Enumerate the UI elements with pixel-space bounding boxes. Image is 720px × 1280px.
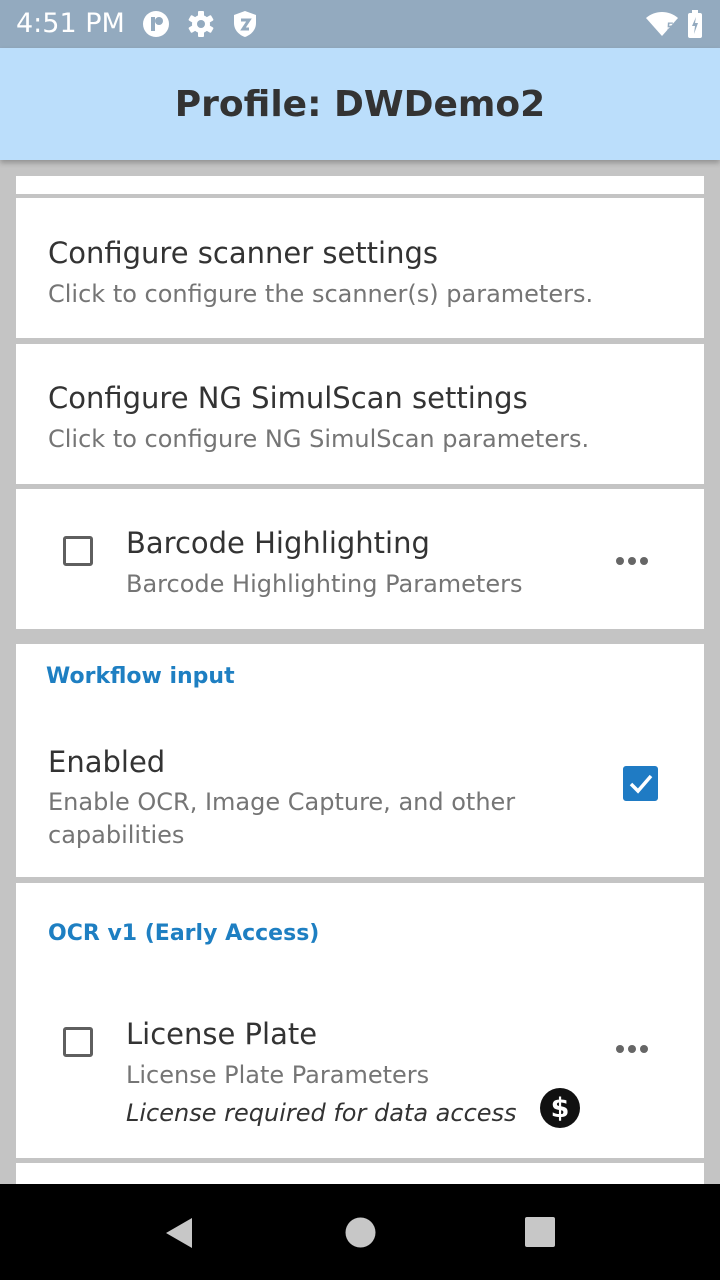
status-bar: 4:51 PM 5 <box>0 0 720 48</box>
back-icon[interactable] <box>163 1216 195 1250</box>
license-plate-checkbox[interactable] <box>63 1027 93 1057</box>
item-title: Barcode Highlighting <box>126 526 430 560</box>
item-title: Enabled <box>48 745 166 779</box>
app-bar: Profile: DWDemo2 <box>0 48 720 160</box>
workflow-input-section: Workflow input Enabled Enable OCR, Image… <box>16 644 704 877</box>
item-subtitle: Click to configure the scanner(s) parame… <box>48 280 594 308</box>
configure-simulscan-settings[interactable]: Configure NG SimulScan settings Click to… <box>16 344 704 484</box>
network-badge: 5 <box>667 20 674 34</box>
item-title: Configure scanner settings <box>48 236 438 270</box>
battery-icon <box>688 10 702 38</box>
item-title: License Plate <box>126 1017 318 1051</box>
shield-icon <box>234 11 256 37</box>
navigation-bar <box>0 1184 720 1280</box>
home-icon[interactable] <box>345 1217 376 1248</box>
at-icon <box>143 11 169 37</box>
section-header: Workflow input <box>46 664 235 689</box>
item-subtitle: Click to configure NG SimulScan paramete… <box>48 425 590 453</box>
workflow-enabled-checkbox[interactable] <box>623 766 658 801</box>
recents-icon[interactable] <box>525 1217 555 1247</box>
ocr-section: OCR v1 (Early Access) License Plate Lice… <box>16 883 704 1158</box>
dollar-icon: $ <box>540 1088 580 1128</box>
barcode-highlighting-checkbox[interactable] <box>63 536 93 566</box>
status-time: 4:51 PM <box>16 8 125 39</box>
page-title: Profile: DWDemo2 <box>174 84 546 125</box>
checkmark-icon <box>629 774 653 794</box>
workflow-enabled-item[interactable]: Enabled Enable OCR, Image Capture, and o… <box>16 714 704 874</box>
item-subtitle-line1: Enable OCR, Image Capture, and other <box>48 788 516 816</box>
svg-text:$: $ <box>551 1093 570 1124</box>
more-options-icon[interactable] <box>613 1039 653 1059</box>
license-plate-item[interactable]: License Plate License Plate Parameters L… <box>16 983 704 1158</box>
list-item-partial <box>16 1163 704 1184</box>
item-subtitle-line2: capabilities <box>48 821 185 849</box>
gear-icon <box>188 11 214 37</box>
section-header: OCR v1 (Early Access) <box>48 921 320 946</box>
item-subtitle: License Plate Parameters <box>126 1061 430 1089</box>
item-subtitle: Barcode Highlighting Parameters <box>126 570 523 598</box>
item-title: Configure NG SimulScan settings <box>48 381 528 415</box>
license-note: License required for data access <box>126 1099 517 1127</box>
configure-scanner-settings[interactable]: Configure scanner settings Click to conf… <box>16 198 704 338</box>
list-item-partial <box>16 176 704 194</box>
barcode-highlighting-item[interactable]: Barcode Highlighting Barcode Highlightin… <box>16 489 704 629</box>
preference-list[interactable]: Configure scanner settings Click to conf… <box>0 160 720 1184</box>
more-options-icon[interactable] <box>613 551 653 571</box>
